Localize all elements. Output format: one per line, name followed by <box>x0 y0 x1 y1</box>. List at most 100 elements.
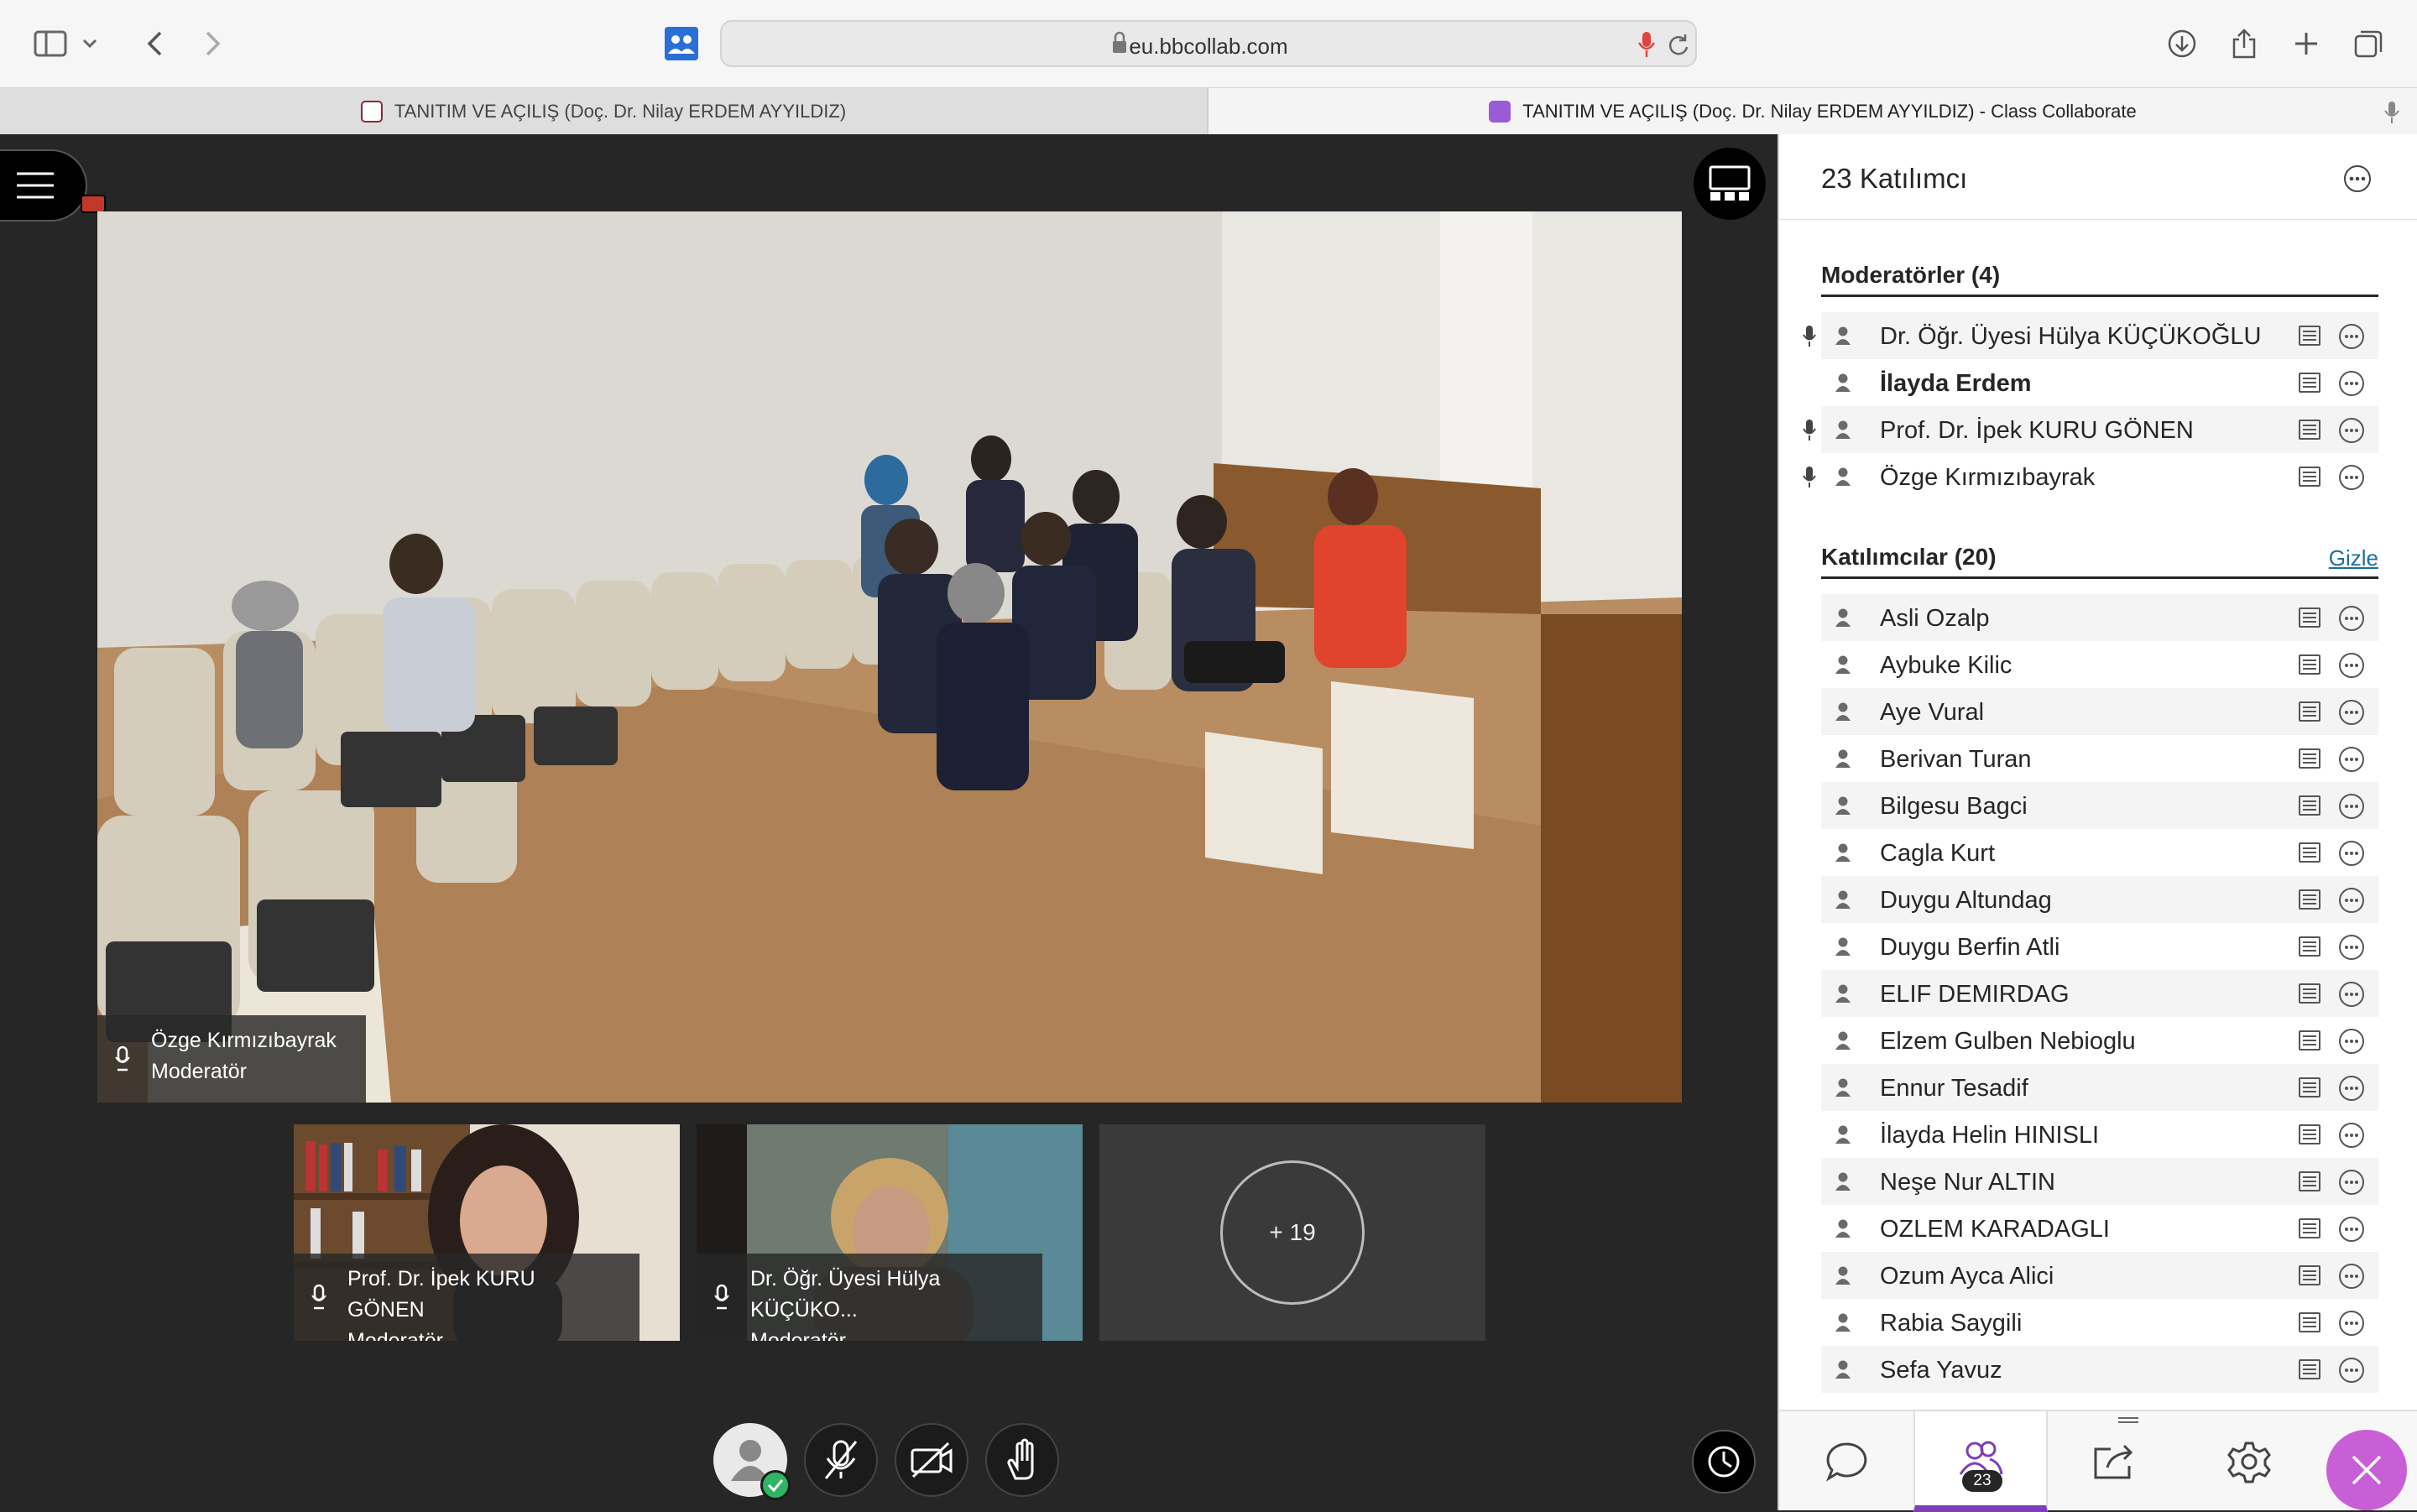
participant-row[interactable]: Aye Vural <box>1821 688 2378 735</box>
caption-icon[interactable] <box>2298 1217 2321 1239</box>
participant-row[interactable]: İlayda Erdem <box>1821 359 2378 406</box>
video-thumbnail[interactable]: Dr. Öğr. Üyesi Hülya KÜÇÜKO... Moderatör <box>697 1124 1083 1341</box>
participant-row[interactable]: Duygu Altundag <box>1821 876 2378 923</box>
raise-hand-button[interactable] <box>985 1423 1059 1497</box>
back-icon[interactable] <box>133 22 176 65</box>
caption-icon[interactable] <box>2298 1124 2321 1145</box>
more-icon[interactable] <box>2343 164 2372 193</box>
participant-row[interactable]: Ozum Ayca Alici <box>1821 1252 2378 1299</box>
caption-icon[interactable] <box>2298 419 2321 441</box>
participants-list: Asli Ozalp Aybuke Kilic Aye Vural Berivan T… <box>1821 594 2378 1393</box>
participant-row[interactable]: Aybuke Kilic <box>1821 641 2378 688</box>
chevron-down-icon[interactable] <box>77 22 102 65</box>
hide-link[interactable]: Gizle <box>2329 545 2378 571</box>
more-icon[interactable] <box>2338 1169 2365 1196</box>
participant-row[interactable]: OZLEM KARADAGLI <box>1821 1205 2378 1252</box>
caption-icon[interactable] <box>2298 466 2321 487</box>
caption-icon[interactable] <box>2298 372 2321 394</box>
more-icon[interactable] <box>2338 1263 2365 1290</box>
more-icon[interactable] <box>2338 417 2365 444</box>
more-icon[interactable] <box>2338 652 2365 679</box>
close-panel-button[interactable] <box>2326 1430 2407 1510</box>
participant-row[interactable]: Prof. Dr. İpek KURU GÖNEN <box>1803 406 2378 453</box>
caption-icon[interactable] <box>2298 701 2321 722</box>
caption-icon[interactable] <box>2298 1077 2321 1098</box>
participant-row[interactable]: Neşe Nur ALTIN <box>1821 1158 2378 1205</box>
more-participants-count[interactable]: + 19 <box>1220 1160 1365 1305</box>
caption-icon[interactable] <box>2298 936 2321 957</box>
sidebar-icon[interactable] <box>29 22 72 65</box>
main-video[interactable]: Özge Kırmızıbayrak Moderatör <box>97 211 1682 1103</box>
more-icon[interactable] <box>2338 1310 2365 1337</box>
caption-icon[interactable] <box>2298 1358 2321 1380</box>
session-status-button[interactable] <box>1692 1430 1756 1494</box>
more-icon[interactable] <box>2338 1357 2365 1384</box>
more-icon[interactable] <box>2338 323 2365 350</box>
download-icon[interactable] <box>2160 22 2204 65</box>
tab-class-collaborate[interactable]: TANITIM VE AÇILIŞ (Doç. Dr. Nilay ERDEM … <box>1208 88 2417 135</box>
more-icon[interactable] <box>2338 464 2365 491</box>
more-icon[interactable] <box>2338 887 2365 914</box>
more-icon[interactable] <box>2338 1122 2365 1149</box>
caption-icon[interactable] <box>2298 889 2321 910</box>
participant-row[interactable]: Dr. Öğr. Üyesi Hülya KÜÇÜKOĞLU <box>1803 312 2378 359</box>
caption-icon[interactable] <box>2298 1030 2321 1051</box>
tab-share-content[interactable] <box>2048 1411 2182 1512</box>
more-icon[interactable] <box>2338 981 2365 1008</box>
person-icon <box>1835 420 1851 440</box>
tab-session-info[interactable]: TANITIM VE AÇILIŞ (Doç. Dr. Nilay ERDEM … <box>0 88 1208 135</box>
participant-row[interactable]: Ennur Tesadif <box>1821 1064 2378 1111</box>
camera-toggle-button[interactable] <box>895 1423 968 1497</box>
more-participants-tile[interactable]: + 19 <box>1099 1124 1485 1341</box>
more-icon[interactable] <box>2338 605 2365 632</box>
more-icon[interactable] <box>2338 699 2365 726</box>
caption-icon[interactable] <box>2298 795 2321 816</box>
caption-icon[interactable] <box>2298 842 2321 863</box>
caption-icon[interactable] <box>2298 983 2321 1004</box>
participant-row[interactable]: Cagla Kurt <box>1821 829 2378 876</box>
more-icon[interactable] <box>2338 370 2365 397</box>
caption-icon[interactable] <box>2298 1264 2321 1286</box>
collab-icon[interactable] <box>660 22 703 65</box>
address-text[interactable]: eu.bbcollab.com <box>722 34 1695 60</box>
participant-row[interactable]: Elzem Gulben Nebioglu <box>1821 1017 2378 1064</box>
participant-row[interactable]: Sefa Yavuz <box>1821 1346 2378 1393</box>
caption-icon[interactable] <box>2298 325 2321 347</box>
participant-row[interactable]: Duygu Berfin Atli <box>1821 923 2378 970</box>
tab-settings[interactable] <box>2182 1411 2316 1512</box>
forward-icon[interactable] <box>191 22 235 65</box>
mic-icon[interactable] <box>1637 30 1657 59</box>
more-icon[interactable] <box>2338 840 2365 867</box>
more-icon[interactable] <box>2338 934 2365 961</box>
video-thumbnail[interactable]: Prof. Dr. İpek KURU GÖNEN Moderatör <box>294 1124 680 1341</box>
more-icon[interactable] <box>2338 1216 2365 1243</box>
tab-overview-icon[interactable] <box>2347 22 2390 65</box>
more-icon[interactable] <box>2338 793 2365 820</box>
layout-button[interactable] <box>1694 148 1766 220</box>
participant-row[interactable]: Özge Kırmızıbayrak <box>1803 453 2378 500</box>
my-status-button[interactable] <box>713 1423 791 1500</box>
more-icon[interactable] <box>2338 1028 2365 1055</box>
participant-row[interactable]: ELIF DEMIRDAG <box>1821 970 2378 1017</box>
more-icon[interactable] <box>2338 746 2365 773</box>
session-menu-button[interactable] <box>0 149 87 222</box>
reload-icon[interactable] <box>1665 32 1690 57</box>
more-icon[interactable] <box>2338 1075 2365 1102</box>
mic-toggle-button[interactable] <box>804 1423 878 1497</box>
address-bar[interactable]: eu.bbcollab.com <box>720 20 1697 67</box>
participant-row[interactable]: Bilgesu Bagci <box>1821 782 2378 829</box>
caption-icon[interactable] <box>2298 607 2321 628</box>
caption-icon[interactable] <box>2298 1170 2321 1192</box>
share-icon[interactable] <box>2222 22 2266 65</box>
caption-icon[interactable] <box>2298 654 2321 675</box>
caption-icon[interactable] <box>2298 1311 2321 1333</box>
participant-row[interactable]: İlayda Helin HINISLI <box>1821 1111 2378 1158</box>
settings-icon <box>2227 1442 2271 1483</box>
caption-icon[interactable] <box>2298 748 2321 769</box>
tab-attendees[interactable]: 23 <box>1913 1411 2138 1512</box>
participant-row[interactable]: Berivan Turan <box>1821 735 2378 782</box>
new-tab-icon[interactable] <box>2284 22 2328 65</box>
participant-row[interactable]: Asli Ozalp <box>1821 594 2378 641</box>
tab-chat[interactable] <box>1779 1411 1913 1512</box>
participant-row[interactable]: Rabia Saygili <box>1821 1299 2378 1346</box>
